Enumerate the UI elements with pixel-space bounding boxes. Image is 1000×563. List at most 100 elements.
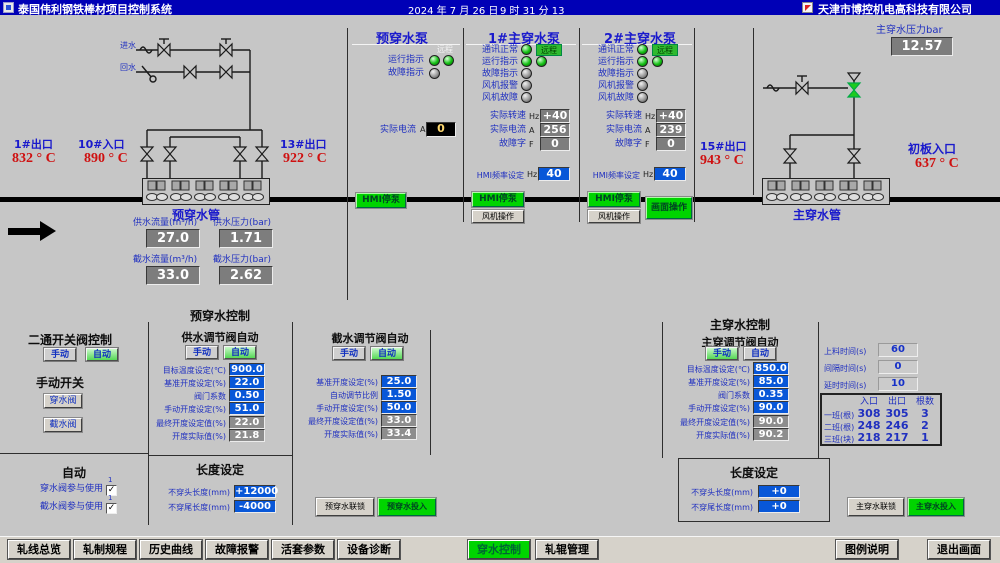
row-label: 不穿尾长度(mm) xyxy=(689,502,753,513)
setpoint-box[interactable]: -4000 xyxy=(234,500,276,513)
setpoint-box[interactable]: 900.0 xyxy=(229,363,265,376)
comm-led xyxy=(637,44,648,55)
timing-value-box: 0 xyxy=(878,360,918,374)
temp-unit: ° C xyxy=(308,151,327,166)
setpoint-box[interactable]: +12000 xyxy=(234,485,276,498)
setpoint-box[interactable]: 51.0 xyxy=(229,402,265,415)
hmi-stop-pump-button[interactable]: HMI停泵 xyxy=(472,192,524,207)
fan-operate-button[interactable]: 风机操作 xyxy=(472,210,524,223)
nav-button-rolling-schedule[interactable]: 轧制规程 xyxy=(74,540,136,559)
row-label: 基准开度设定(%) xyxy=(668,377,750,388)
valve-icon xyxy=(141,147,153,161)
freq-unit: Hz xyxy=(527,170,537,179)
auto-mode-button[interactable]: 自动 xyxy=(86,348,118,361)
manual-mode-button[interactable]: 手动 xyxy=(706,347,738,360)
main-interlock-button[interactable]: 主穿水联锁 xyxy=(848,498,904,516)
nav-button-equipment-diag[interactable]: 设备诊断 xyxy=(338,540,400,559)
manual-mode-button[interactable]: 手动 xyxy=(44,348,76,361)
current-label: 实际电流 xyxy=(366,125,416,136)
temp-name: 初板入口 xyxy=(908,140,956,157)
main-engage-button[interactable]: 主穿水投入 xyxy=(908,498,964,516)
current-unit: A xyxy=(420,125,425,134)
cell: 248 xyxy=(856,420,882,431)
nav-button-roll-management[interactable]: 轧辊管理 xyxy=(536,540,598,559)
setpoint-box[interactable]: 0.50 xyxy=(229,389,265,402)
speed-label: 实际转速 xyxy=(466,111,526,122)
tick-mark: 1 xyxy=(108,495,112,502)
exit-button[interactable]: 退出画面 xyxy=(928,540,990,559)
hmi-stop-pump-button[interactable]: HMI停泵 xyxy=(588,192,640,207)
auto-mode-button[interactable]: 自动 xyxy=(371,347,403,360)
green-valve-icon[interactable] xyxy=(848,83,860,97)
valve-icon xyxy=(256,147,268,161)
setpoint-box[interactable]: 0.35 xyxy=(753,388,789,401)
manual-mode-button[interactable]: 手动 xyxy=(186,346,218,359)
hmi-stop-pump-button[interactable]: HMI停泵 xyxy=(356,193,406,208)
legend-button[interactable]: 图例说明 xyxy=(836,540,898,559)
row-label: 最终开度设定值(%) xyxy=(296,416,378,427)
comm-label: 通讯正常 xyxy=(582,45,634,56)
setpoint-box[interactable]: +0 xyxy=(758,485,800,498)
temp-unit: ° C xyxy=(725,153,744,168)
enable-label: 穿水阀参与使用 xyxy=(40,484,103,495)
setpoint-box[interactable]: 850.0 xyxy=(753,362,789,375)
setpoint-box[interactable]: 50.0 xyxy=(381,401,417,414)
fault-led xyxy=(521,68,532,79)
nav-button-water-control[interactable]: 穿水控制 xyxy=(468,540,530,559)
auto-mode-button[interactable]: 自动 xyxy=(744,347,776,360)
timing-label: 间隔时间(s) xyxy=(824,363,866,374)
row-label: 基准开度设定(%) xyxy=(296,377,378,388)
cut-pressure-value: 2.62 xyxy=(219,266,273,285)
pre-interlock-button[interactable]: 预穿水联锁 xyxy=(316,498,374,516)
setpoint-box[interactable]: 1.50 xyxy=(381,388,417,401)
supply-pressure-value: 1.71 xyxy=(219,229,273,248)
readout-box: 22.0 xyxy=(229,416,265,429)
freq-setpoint-box[interactable]: 40 xyxy=(654,167,686,181)
pre-engage-button[interactable]: 预穿水投入 xyxy=(378,498,436,516)
company-name: 天津市博控机电高科技有限公司 xyxy=(818,1,972,17)
date-text: 2024 年 7 月 26 日 xyxy=(408,2,498,17)
fan-operate-button[interactable]: 风机操作 xyxy=(588,210,640,223)
nav-button-looper-params[interactable]: 活套参数 xyxy=(272,540,334,559)
temp-value: 890 xyxy=(84,151,105,166)
nav-button-fault-alarms[interactable]: 故障报警 xyxy=(206,540,268,559)
setpoint-box[interactable]: 85.0 xyxy=(753,375,789,388)
setpoint-box[interactable]: 22.0 xyxy=(229,376,265,389)
setpoint-box[interactable]: 25.0 xyxy=(381,375,417,388)
fault-led xyxy=(429,68,440,79)
row-label: 阀门系数 xyxy=(668,390,750,401)
fault-label: 故障指示 xyxy=(362,68,424,79)
screen-operate-button[interactable]: 画面操作 xyxy=(646,197,692,219)
freq-setpoint-box[interactable]: 40 xyxy=(538,167,570,181)
current-label: 实际电流 xyxy=(466,125,526,136)
valve-icon xyxy=(158,44,170,56)
timing-label: 上料时间(s) xyxy=(824,346,866,357)
check-icon: ✓ xyxy=(108,503,116,513)
cutoff-valve-button[interactable]: 截水阀 xyxy=(44,418,82,432)
valve-icon xyxy=(784,149,796,163)
temp-value: 832 xyxy=(12,151,33,166)
cell: 218 xyxy=(856,432,882,443)
cell: 1 xyxy=(912,432,938,443)
flow-arrow-head xyxy=(40,221,56,241)
pre-piping-diagram xyxy=(100,35,300,180)
supply-flow-value: 27.0 xyxy=(146,229,200,248)
setpoint-box[interactable]: 90.0 xyxy=(753,401,789,414)
metric-label: 截水压力(bar) xyxy=(213,255,271,266)
setpoint-box[interactable]: +0 xyxy=(758,500,800,513)
current-value-box: 0 xyxy=(426,122,456,137)
manual-mode-button[interactable]: 手动 xyxy=(333,347,365,360)
nav-button-line-overview[interactable]: 轧线总览 xyxy=(8,540,70,559)
valve-icon xyxy=(164,147,176,161)
temp-name: 13#出口 xyxy=(280,136,327,152)
row-label: 不穿尾长度(mm) xyxy=(158,502,230,513)
enable-label: 截水阀参与使用 xyxy=(40,502,103,513)
timing-value-box: 10 xyxy=(878,377,918,391)
company-logo-icon xyxy=(802,2,813,13)
pierce-valve-button[interactable]: 穿水阀 xyxy=(44,394,82,408)
cell: 305 xyxy=(884,408,910,419)
cutoff-valve-checkbox[interactable]: ✓ xyxy=(106,503,117,514)
auto-mode-button[interactable]: 自动 xyxy=(224,346,256,359)
nav-button-history-curves[interactable]: 历史曲线 xyxy=(140,540,202,559)
panel-title: 二通开关阀控制 xyxy=(28,331,112,348)
